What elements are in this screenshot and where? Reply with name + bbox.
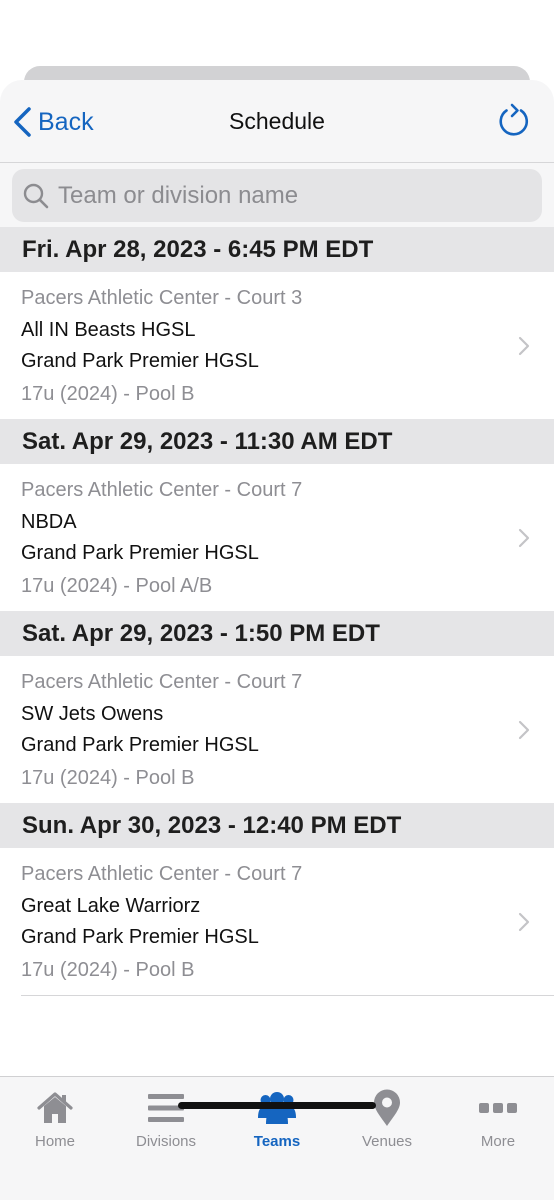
venue-label: Pacers Athletic Center - Court 3 (21, 287, 303, 309)
date-header: Sat. Apr 29, 2023 - 11:30 AM EDT (0, 419, 554, 464)
chevron-right-icon (518, 336, 530, 356)
game-row[interactable]: Pacers Athletic Center - Court 7 Great L… (0, 848, 554, 995)
date-header: Fri. Apr 28, 2023 - 6:45 PM EDT (0, 227, 554, 272)
home-indicator (178, 1102, 376, 1109)
tab-venues[interactable]: Venues (332, 1089, 442, 1150)
page-title: Schedule (229, 108, 325, 134)
search-bar (0, 163, 554, 227)
venue-label: Pacers Athletic Center - Court 7 (21, 671, 303, 693)
division-label: 17u (2024) - Pool B (21, 959, 195, 981)
tab-teams[interactable]: Teams (222, 1089, 332, 1150)
team-name: SW Jets Owens (21, 703, 164, 725)
ellipsis-icon (479, 1103, 517, 1113)
team-name: NBDA (21, 511, 77, 533)
opponent-name: Grand Park Premier HGSL (21, 350, 259, 372)
chevron-right-icon (518, 528, 530, 548)
tab-label: Divisions (135, 1133, 196, 1150)
home-icon (37, 1092, 73, 1123)
schedule-list: Fri. Apr 28, 2023 - 6:45 PM EDT Pacers A… (0, 227, 554, 996)
date-header: Sat. Apr 29, 2023 - 1:50 PM EDT (0, 611, 554, 656)
venue-label: Pacers Athletic Center - Court 7 (21, 479, 303, 501)
tab-bar: Home Divisions Teams Venues More (0, 1076, 554, 1200)
game-row[interactable]: Pacers Athletic Center - Court 7 SW Jets… (0, 656, 554, 803)
opponent-name: Grand Park Premier HGSL (21, 542, 259, 564)
search-input[interactable] (58, 181, 528, 210)
opponent-name: Grand Park Premier HGSL (21, 926, 259, 948)
opponent-name: Grand Park Premier HGSL (21, 734, 259, 756)
division-label: 17u (2024) - Pool A/B (21, 575, 213, 597)
search-icon (23, 183, 49, 208)
schedule-sheet: Back Schedule Fri. Apr 28, 2023 - 6:45 P… (0, 80, 554, 1200)
refresh-icon[interactable] (496, 102, 530, 140)
chevron-right-icon (518, 912, 530, 932)
tab-more[interactable]: More (443, 1089, 553, 1150)
tab-label: Teams (253, 1133, 301, 1150)
team-name: Great Lake Warriorz (21, 895, 201, 917)
division-label: 17u (2024) - Pool B (21, 767, 195, 789)
tab-label: Venues (361, 1133, 413, 1150)
navigation-bar: Back Schedule (0, 80, 554, 163)
division-label: 17u (2024) - Pool B (21, 383, 195, 405)
search-field[interactable] (12, 169, 542, 222)
tab-label: Home (34, 1133, 75, 1150)
tab-label: More (480, 1133, 516, 1150)
team-name: All IN Beasts HGSL (21, 319, 196, 341)
venue-label: Pacers Athletic Center - Court 7 (21, 863, 303, 885)
date-header: Sun. Apr 30, 2023 - 12:40 PM EDT (0, 803, 554, 848)
game-row[interactable]: Pacers Athletic Center - Court 7 NBDA Gr… (0, 464, 554, 611)
list-divider (21, 995, 554, 996)
tab-divisions[interactable]: Divisions (111, 1089, 221, 1150)
tab-home[interactable]: Home (0, 1089, 110, 1150)
chevron-right-icon (518, 720, 530, 740)
game-row[interactable]: Pacers Athletic Center - Court 3 All IN … (0, 272, 554, 419)
